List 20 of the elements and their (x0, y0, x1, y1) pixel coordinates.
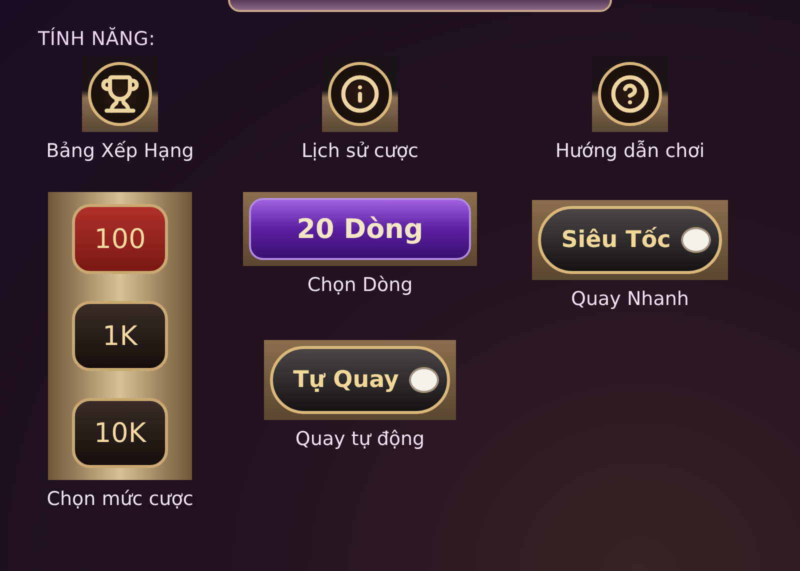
bet-chip[interactable]: 10K (72, 398, 168, 468)
trophy-icon (100, 74, 140, 114)
feature-label: Lịch sử cược (302, 140, 418, 162)
feature-button[interactable] (322, 56, 398, 132)
feature-label: Hướng dẫn chơi (555, 140, 705, 162)
turbo-label: Quay Nhanh (571, 288, 689, 310)
info-icon (340, 74, 380, 114)
auto-spin-toggle[interactable]: Tự Quay (270, 346, 450, 414)
bet-chip[interactable]: 1K (72, 301, 168, 371)
feature-button[interactable] (82, 56, 158, 132)
section-title: TÍNH NĂNG: (38, 28, 156, 50)
bet-label: Chọn mức cược (46, 488, 194, 510)
auto-spin-label: Quay tự động (295, 428, 425, 450)
lines-button[interactable]: 20 Dòng (249, 198, 471, 260)
help-icon (610, 74, 650, 114)
turbo-toggle[interactable]: Siêu Tốc (538, 206, 722, 274)
feature-button[interactable] (592, 56, 668, 132)
bet-chip[interactable]: 100 (72, 204, 168, 274)
lines-label: Chọn Dòng (307, 274, 413, 296)
feature-label: Bảng Xếp Hạng (46, 140, 194, 162)
